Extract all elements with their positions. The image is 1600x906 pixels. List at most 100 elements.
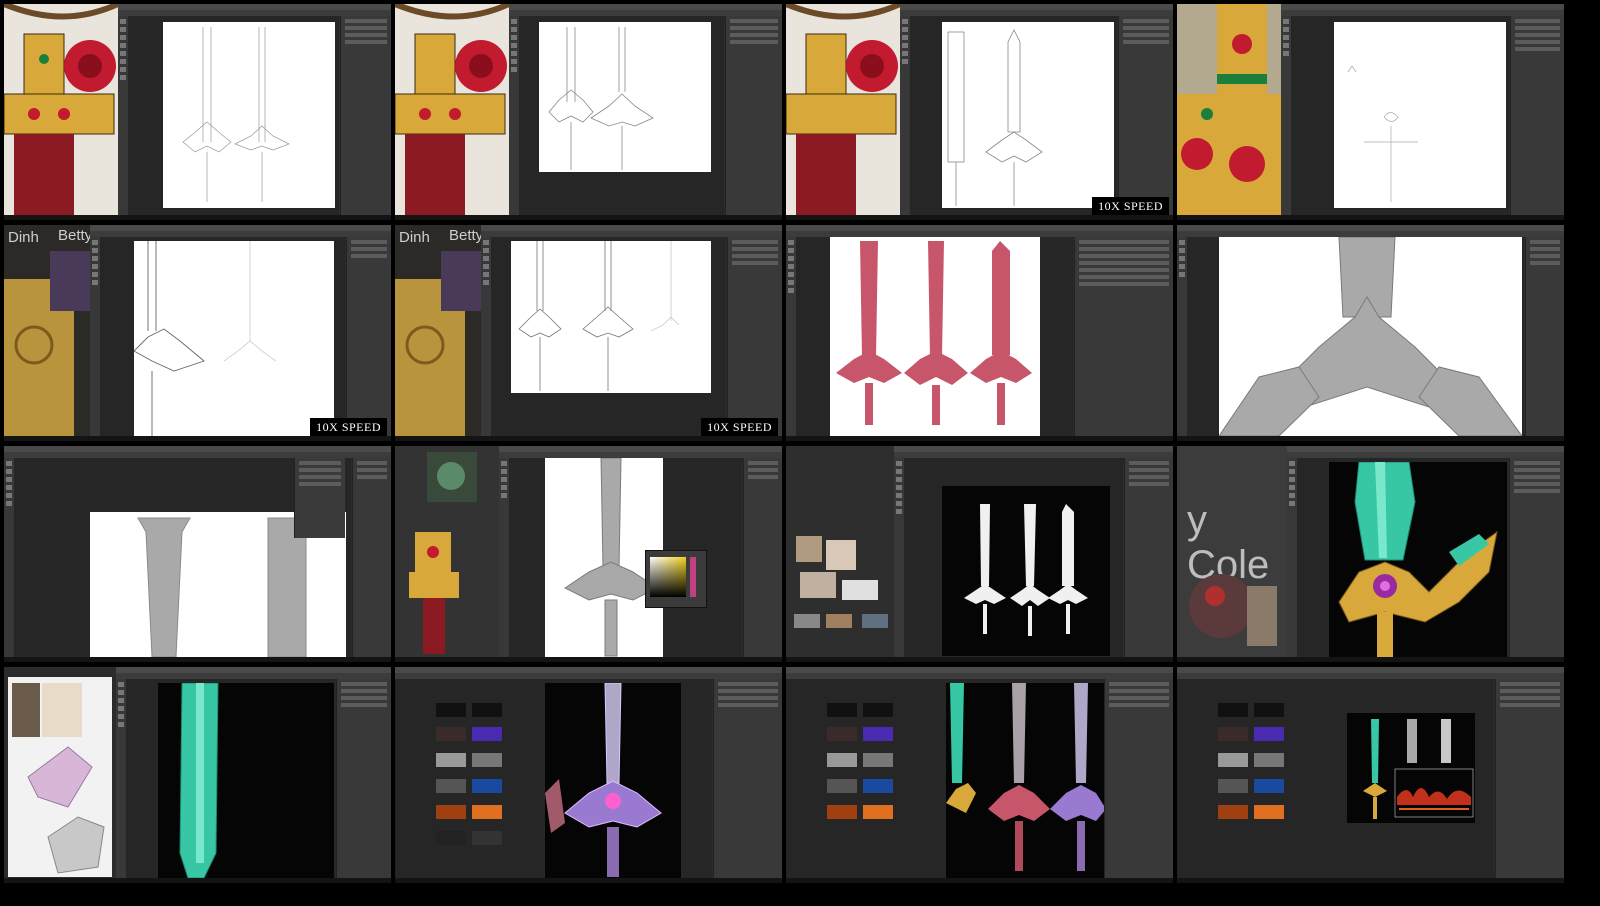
reference-image-ornate-sword [4,4,118,215]
tools-panel[interactable] [4,458,14,657]
tools-panel[interactable] [481,237,491,436]
layers-panel[interactable] [727,237,782,436]
tile-3-sketch-10x[interactable]: 10X SPEED [786,4,1173,220]
canvas[interactable] [163,22,335,208]
video-thumbnail-grid: 10X SPEED Dinh Betty 10X SPEED Dinh Bett… [0,0,1600,906]
ornate-hilt-closeup [1177,4,1281,215]
canvas[interactable] [511,241,711,393]
taskbar [395,878,782,883]
tools-panel[interactable] [499,458,509,657]
photoshop-window [894,446,1173,657]
photoshop-window [1287,446,1564,657]
tile-2-sketch-refine[interactable] [395,4,782,220]
tile-11-bw-masks[interactable] [786,446,1173,662]
tile-5-sketch-guard[interactable]: Dinh Betty 10X SPEED [4,225,391,441]
layers-panel[interactable] [713,679,782,878]
ornate-hilt-reference [786,4,900,215]
gold-relief-reference [4,251,90,441]
canvas[interactable] [946,683,1106,878]
canvas[interactable] [830,237,1040,436]
canvas[interactable] [545,683,681,878]
three-swords-colored [946,683,1106,871]
canvas[interactable] [1334,22,1506,208]
tile-6-sketch-three[interactable]: Dinh Betty 10X SPEED [395,225,782,441]
tile-4-hilt-detail[interactable] [1177,4,1564,220]
sketch-lines [518,241,680,391]
taskbar [4,215,391,220]
taskbar [786,436,1173,441]
tile-8-gray-guard-closeup[interactable] [1177,225,1564,441]
canvas[interactable] [1329,462,1507,657]
canvas[interactable] [158,683,334,878]
sketch-lines [548,27,654,170]
brush-panel[interactable] [294,458,345,538]
tools-panel[interactable] [1177,237,1187,436]
canvas[interactable] [1347,713,1475,823]
tile-16-fire-effects[interactable] [1177,667,1564,883]
layers-panel[interactable] [336,679,391,878]
tools-panel[interactable] [118,16,128,215]
photoshop-window [786,667,1173,878]
color-picker-dialog[interactable] [645,550,707,608]
photoshop-window [509,4,782,215]
tools-panel[interactable] [1287,458,1297,657]
layers-panel[interactable] [1124,458,1173,657]
taskbar [1177,657,1564,662]
speed-badge: 10X SPEED [310,418,387,437]
tile-13-teal-blade[interactable] [4,667,391,883]
tools-panel[interactable] [900,16,910,215]
photoshop-window [395,667,782,878]
sketch-lines [947,29,1043,206]
layers-panel[interactable] [725,16,782,215]
photoshop-window [1177,225,1564,436]
photoshop-window [4,446,391,657]
tools-panel[interactable] [90,237,100,436]
tools-panel[interactable] [894,458,904,657]
layers-panel[interactable] [1104,679,1173,878]
brushes-library-panel[interactable] [395,679,506,878]
brushes-library-panel[interactable] [786,679,897,878]
sketch-lines [1347,65,1418,202]
photoshop-window [118,4,391,215]
taskbar [4,436,391,441]
reference-image-hilt-closeup [1177,4,1281,215]
photoshop-window [499,446,782,657]
reference-board [786,446,894,657]
layers-panel[interactable] [1509,458,1564,657]
canvas[interactable] [942,486,1110,656]
reference-photos [794,536,888,628]
layers-panel[interactable] [743,458,782,657]
reference-crystals [8,677,112,877]
sketch-lines [134,241,277,436]
tools-panel[interactable] [1281,16,1291,215]
tools-panel[interactable] [786,237,796,436]
tile-1-sketch-start[interactable] [4,4,391,220]
canvas[interactable] [539,22,711,172]
color-field[interactable] [646,551,706,607]
tile-7-pink-silhouettes[interactable] [786,225,1173,441]
taskbar [786,878,1173,883]
canvas[interactable] [1219,237,1522,436]
tile-15-three-colored-swords[interactable] [786,667,1173,883]
texture-thumbnails [1218,703,1284,819]
layers-panel[interactable] [1510,16,1564,215]
layers-panel[interactable] [340,16,391,215]
tools-panel[interactable] [116,679,126,878]
layers-panel[interactable] [346,237,391,436]
layers-panel[interactable] [352,458,391,657]
brushes-library-panel[interactable] [1177,679,1288,878]
taskbar [786,657,1173,662]
tile-14-glowing-purple-sword[interactable] [395,667,782,883]
layers-panel[interactable] [1118,16,1173,215]
tile-9-gray-blades[interactable] [4,446,391,662]
tools-panel[interactable] [509,16,519,215]
photoshop-window [481,225,782,436]
tile-10-gray-sword-color-picker[interactable] [395,446,782,662]
taskbar [395,657,782,662]
layers-panel[interactable] [1495,679,1564,878]
tile-12-teal-gold-closeup[interactable]: y Cole [1177,446,1564,662]
properties-panel[interactable] [1525,237,1564,436]
canvas[interactable] [942,22,1114,208]
properties-panel[interactable] [1074,237,1173,436]
canvas[interactable] [134,241,334,436]
